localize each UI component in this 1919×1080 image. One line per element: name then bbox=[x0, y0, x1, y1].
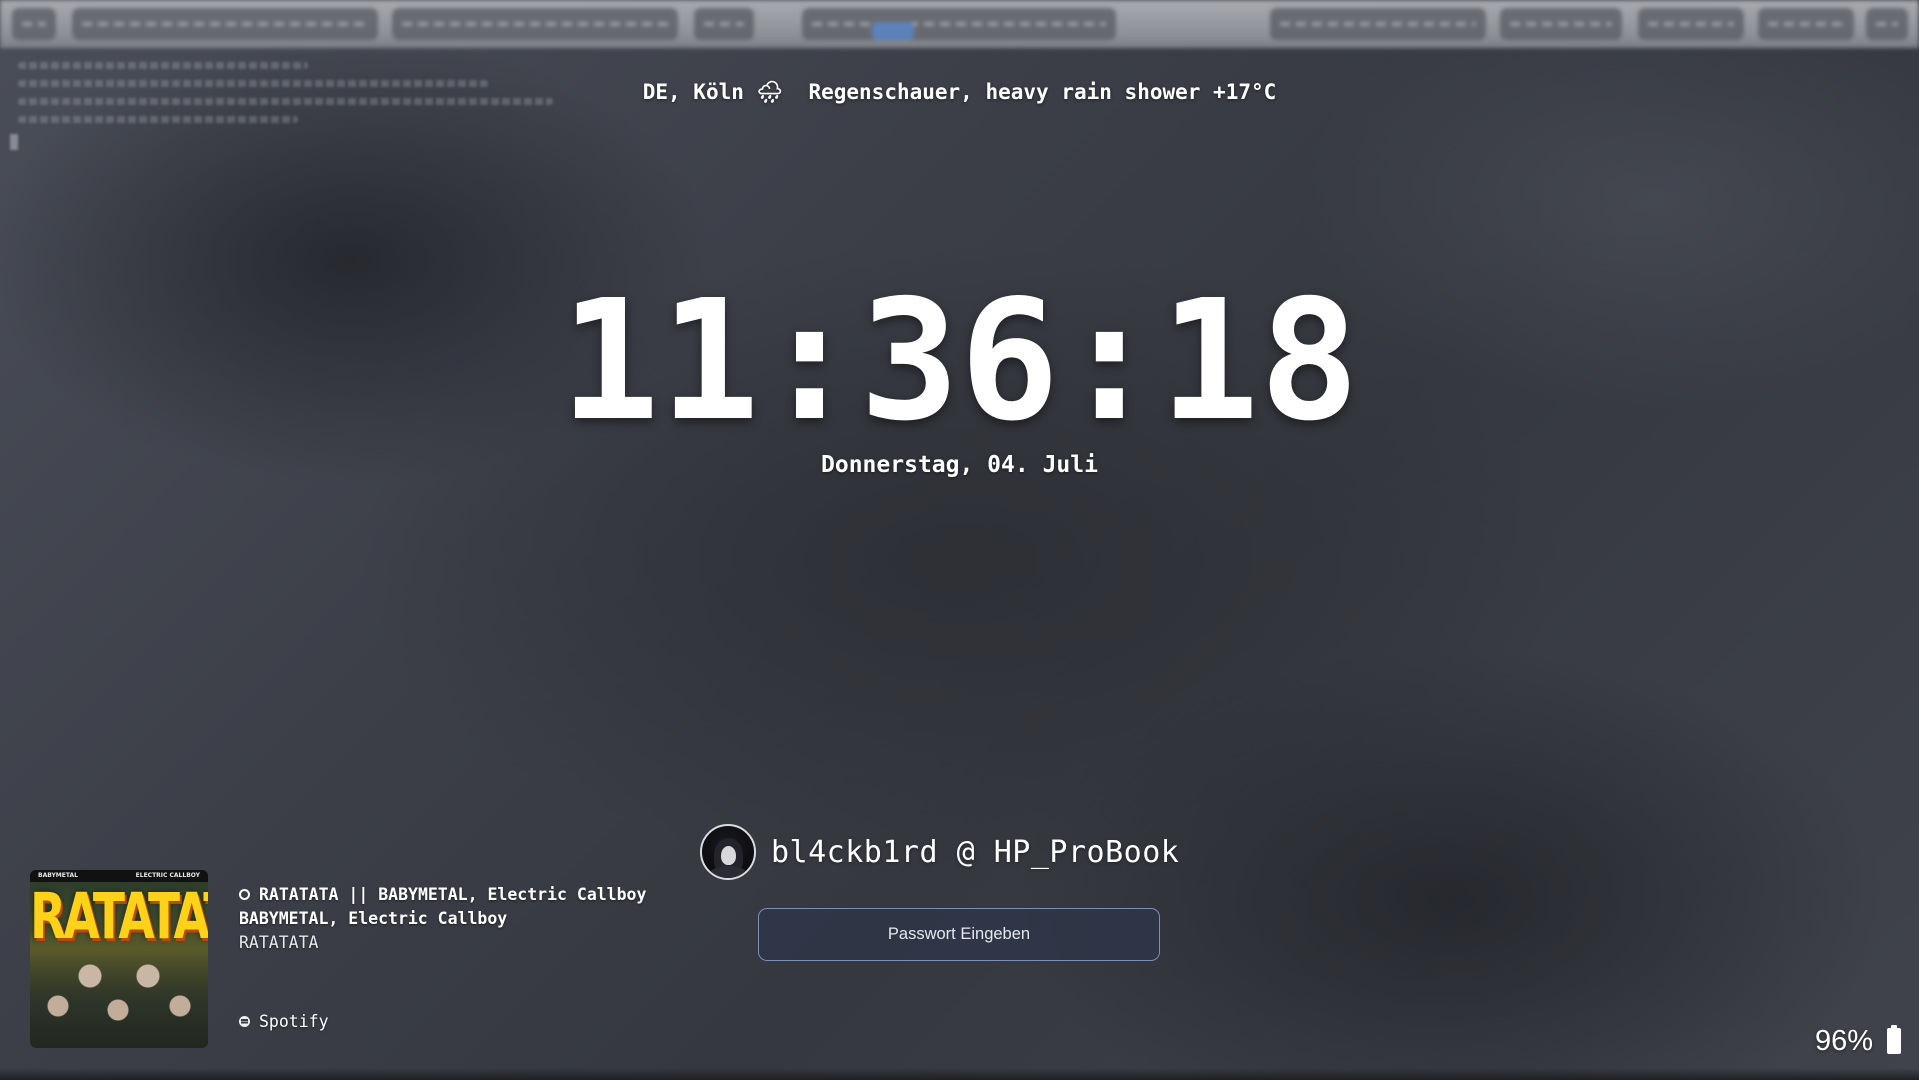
media-info: RATATATA || BABYMETAL, Electric Callboy … bbox=[239, 883, 646, 955]
top-bar-block bbox=[694, 8, 754, 40]
avatar bbox=[700, 824, 756, 880]
cover-artist-left: BABYMETAL bbox=[38, 872, 78, 879]
battery-status: 96% bbox=[1815, 1024, 1901, 1058]
top-bar-block bbox=[1866, 8, 1908, 40]
weather-status: DE, Köln 🌧 Regenschauer, heavy rain show… bbox=[642, 80, 1277, 104]
top-bar-block bbox=[72, 8, 378, 40]
playing-status-icon bbox=[239, 889, 250, 900]
active-workspace-indicator bbox=[872, 22, 914, 40]
cover-title: RATATATA bbox=[30, 880, 208, 955]
top-bar-blurred bbox=[0, 0, 1919, 48]
spotify-icon bbox=[239, 1016, 250, 1027]
top-bar-block bbox=[392, 8, 678, 40]
top-bar-block bbox=[1500, 8, 1622, 40]
workspace-bar-block bbox=[802, 8, 1116, 40]
battery-percent: 96% bbox=[1814, 1024, 1873, 1057]
bottom-edge-shadow bbox=[0, 1068, 1919, 1080]
top-bar-block bbox=[1758, 8, 1854, 40]
top-bar-block bbox=[1638, 8, 1744, 40]
user-info: bl4ckb1rd @ HP_ProBook bbox=[700, 824, 1179, 880]
password-placeholder: Passwort Eingeben bbox=[887, 925, 1031, 943]
clock-time: 11:36:18 bbox=[559, 265, 1360, 458]
top-bar-block bbox=[1270, 8, 1486, 40]
clock-date: Donnerstag, 04. Juli bbox=[821, 452, 1098, 478]
media-artist: BABYMETAL, Electric Callboy bbox=[239, 909, 508, 928]
media-player: Spotify bbox=[239, 1012, 329, 1031]
cover-band-photo bbox=[30, 948, 208, 1048]
user-host-label: bl4ckb1rd @ HP_ProBook bbox=[771, 834, 1180, 870]
media-title: RATATATA || BABYMETAL, Electric Callboy bbox=[259, 885, 647, 904]
album-cover: BABYMETAL ELECTRIC CALLBOY RATATATA bbox=[30, 870, 208, 1048]
background-terminal-blurred bbox=[10, 62, 553, 150]
media-player-name: Spotify bbox=[259, 1012, 329, 1031]
password-field[interactable]: Passwort Eingeben bbox=[758, 908, 1160, 961]
cover-artist-right: ELECTRIC CALLBOY bbox=[135, 872, 200, 879]
battery-icon bbox=[1887, 1025, 1901, 1054]
top-bar-block bbox=[12, 8, 56, 40]
media-album: RATATATA bbox=[239, 933, 319, 952]
